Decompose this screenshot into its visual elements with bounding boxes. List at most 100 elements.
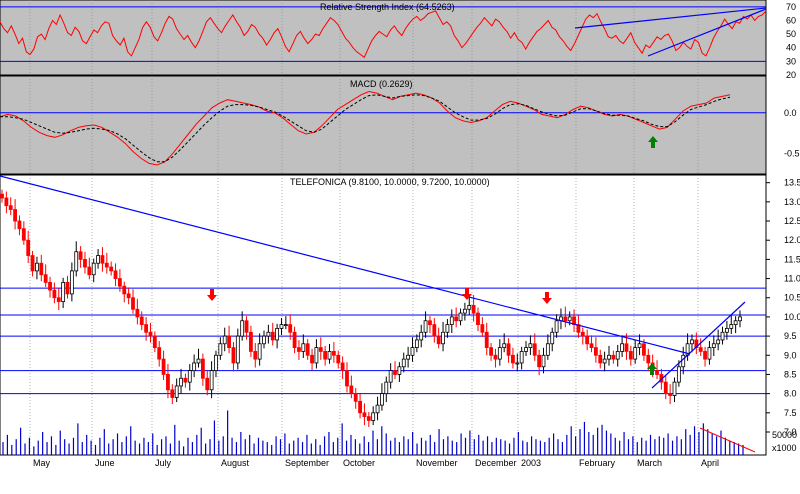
macd-title: MACD (0.2629) — [350, 79, 413, 89]
candle-body — [196, 358, 201, 364]
price-y-tick: 11.0 — [784, 274, 800, 284]
candle-body — [126, 293, 131, 299]
candle-body — [91, 262, 96, 276]
candle-body — [314, 347, 319, 364]
candle-body — [467, 305, 472, 310]
macd-y-tick: -0.5 — [784, 149, 800, 159]
candle-body — [611, 354, 616, 360]
candle-body — [253, 351, 258, 360]
candle-body — [646, 354, 651, 364]
candle-body — [598, 354, 603, 364]
price-y-tick: 13.5 — [784, 178, 800, 188]
candle-body — [428, 320, 432, 325]
candle-body — [489, 347, 493, 356]
candle-body — [414, 339, 419, 349]
candle-body — [462, 308, 467, 314]
candle-body — [43, 274, 48, 283]
candle-body — [187, 370, 192, 383]
candle-body — [235, 335, 240, 364]
candle-body — [393, 370, 397, 375]
candle-body — [288, 324, 293, 333]
x-tick-label: April — [701, 458, 719, 468]
candle-body — [78, 251, 83, 260]
candle-body — [205, 377, 210, 391]
rsi-y-tick: 60 — [786, 15, 796, 25]
volume-y-tick: 50000 — [772, 430, 797, 440]
candle-body — [703, 351, 707, 360]
candle-body — [122, 285, 127, 295]
candle-body — [35, 262, 39, 272]
candle-body — [161, 358, 166, 375]
candle-body — [698, 347, 703, 352]
candle-body — [17, 220, 22, 230]
candle-body — [240, 320, 245, 337]
candle-body — [375, 404, 380, 414]
candle-body — [445, 324, 450, 333]
candle-body — [519, 351, 524, 364]
candle-body — [419, 331, 424, 341]
candle-body — [104, 262, 109, 268]
candle-body — [345, 370, 349, 387]
price-y-tick: 9.5 — [784, 331, 797, 341]
candle-body — [327, 351, 332, 360]
candle-body — [729, 324, 734, 329]
candle-body — [624, 343, 629, 352]
candle-body — [532, 343, 537, 356]
candle-body — [642, 343, 646, 356]
candle-body — [118, 278, 122, 287]
candle-body — [131, 297, 135, 310]
rsi-y-tick: 50 — [786, 29, 796, 39]
candle-body — [676, 366, 681, 383]
candle-body — [249, 331, 253, 352]
candle-body — [48, 281, 52, 291]
candle-body — [262, 335, 266, 345]
candle-body — [397, 366, 402, 375]
candle-body — [480, 324, 485, 333]
x-tick-label: June — [95, 458, 115, 468]
candle-body — [593, 347, 598, 356]
candle-body — [449, 316, 454, 325]
candle-body — [283, 324, 288, 326]
candle-body — [724, 328, 729, 333]
candle-body — [301, 343, 306, 352]
candle-body — [279, 324, 284, 329]
candle-body — [432, 324, 437, 337]
candle-body — [471, 305, 476, 314]
candle-body — [371, 412, 376, 421]
candle-body — [270, 331, 275, 341]
candle-body — [148, 331, 153, 337]
candle-body — [214, 354, 218, 372]
rsi-y-tick: 70 — [786, 2, 796, 12]
candle-body — [310, 354, 314, 364]
rsi-y-tick: 20 — [786, 70, 796, 80]
price-y-tick: 11.5 — [784, 254, 800, 264]
candle-body — [52, 289, 57, 299]
candle-body — [497, 347, 502, 360]
stock-chart: May June July August September October Novembe… — [0, 0, 800, 468]
candle-body — [554, 320, 559, 333]
x-tick-label: August — [221, 458, 250, 468]
candle-body — [13, 209, 18, 222]
candle-body — [83, 258, 87, 268]
candle-body — [87, 266, 92, 276]
candle-body — [305, 343, 310, 356]
candle-body — [244, 320, 249, 333]
candle-body — [380, 393, 384, 406]
candle-body — [563, 316, 568, 322]
candle-body — [615, 351, 620, 360]
candle-body — [681, 354, 686, 368]
candle-body — [524, 347, 528, 352]
macd-panel — [0, 75, 767, 175]
candle-body — [100, 255, 105, 264]
rsi-y-tick: 40 — [786, 43, 796, 53]
candle-body — [711, 343, 716, 349]
candle-body — [668, 393, 673, 396]
candle-body — [152, 335, 157, 349]
candle-body — [602, 358, 607, 364]
price-y-tick: 12.0 — [784, 235, 800, 245]
price-y-tick: 9.0 — [784, 350, 797, 360]
candle-body — [441, 331, 445, 345]
candle-body — [476, 312, 480, 325]
x-tick-label: March — [637, 458, 662, 468]
price-y-tick: 10.5 — [784, 293, 800, 303]
